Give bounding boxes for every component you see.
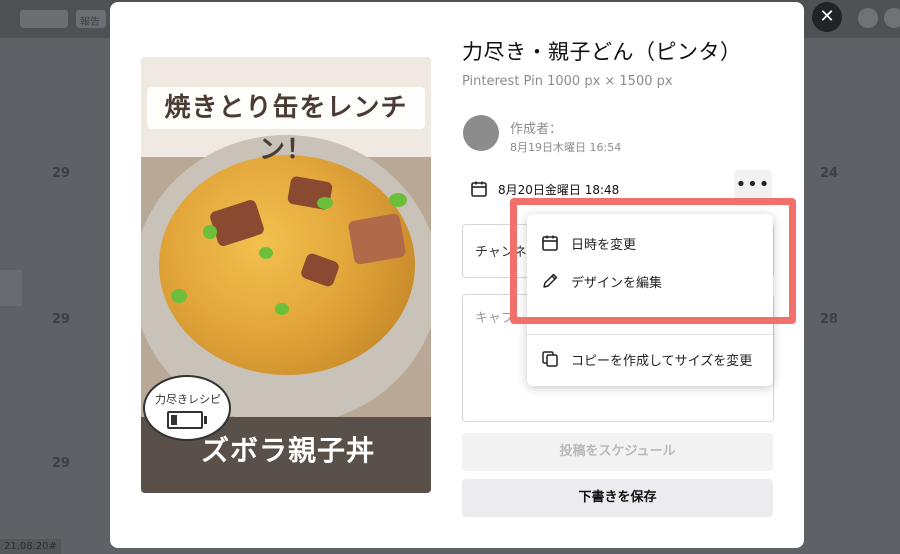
creator-label: 作成者： bbox=[510, 122, 563, 137]
scheduled-date: 8月20日金曜日 18:48 bbox=[498, 182, 620, 197]
battery-icon bbox=[167, 411, 207, 429]
schedule-post-button[interactable]: 投稿をスケジュール bbox=[462, 433, 773, 471]
caption-placeholder: キャプ bbox=[475, 311, 515, 326]
background-side-tab bbox=[0, 270, 22, 306]
calendar-icon bbox=[471, 181, 487, 197]
design-preview: 焼きとり缶をレンチン！ ズボラ親子丼 力尽きレシピ bbox=[141, 57, 431, 493]
close-icon: ✕ bbox=[819, 6, 835, 27]
background-day-number: 29 bbox=[52, 166, 71, 181]
background-avatar bbox=[858, 8, 878, 28]
copy-icon bbox=[542, 351, 558, 367]
preview-headline: 焼きとり缶をレンチン！ bbox=[147, 87, 425, 165]
highlight-annotation bbox=[510, 198, 796, 324]
preview-meat bbox=[347, 212, 407, 266]
preview-green-onion bbox=[171, 289, 187, 303]
background-day-number: 28 bbox=[820, 312, 839, 327]
preview-green-onion bbox=[389, 193, 407, 207]
background-day-number: 29 bbox=[52, 456, 71, 471]
background-footer: 21.08.20# bbox=[0, 539, 61, 554]
background-avatar bbox=[884, 8, 900, 28]
preview-banner-text: ズボラ親子丼 bbox=[201, 434, 376, 467]
save-draft-button[interactable]: 下書きを保存 bbox=[462, 479, 773, 517]
preview-badge: 力尽きレシピ bbox=[143, 375, 231, 441]
background-day-number: 24 bbox=[820, 166, 839, 181]
creator-date: 8月19日木曜日 16:54 bbox=[510, 141, 622, 154]
preview-green-onion bbox=[275, 303, 289, 315]
preview-green-onion bbox=[259, 247, 273, 259]
preview-badge-text: 力尽きレシピ bbox=[155, 393, 221, 406]
background-chip-label: 報告 bbox=[76, 10, 106, 28]
preview-green-onion bbox=[203, 225, 217, 239]
background-day-number: 29 bbox=[52, 312, 71, 327]
scheduled-date-row: 8月20日金曜日 18:48 bbox=[470, 178, 619, 200]
design-title: 力尽き・親子どん（ピンタ） bbox=[462, 40, 742, 64]
preview-green-onion bbox=[317, 197, 333, 209]
design-size: Pinterest Pin 1000 px × 1500 px bbox=[462, 74, 673, 89]
close-button[interactable]: ✕ bbox=[812, 2, 842, 32]
menu-item-copy-resize[interactable]: コピーを作成してサイズを変更 bbox=[527, 340, 773, 378]
background-chip bbox=[20, 10, 68, 28]
avatar bbox=[463, 115, 499, 151]
menu-divider bbox=[527, 334, 773, 335]
menu-item-label: コピーを作成してサイズを変更 bbox=[571, 353, 753, 369]
more-icon: ••• bbox=[735, 174, 771, 195]
preview-food bbox=[159, 155, 415, 375]
